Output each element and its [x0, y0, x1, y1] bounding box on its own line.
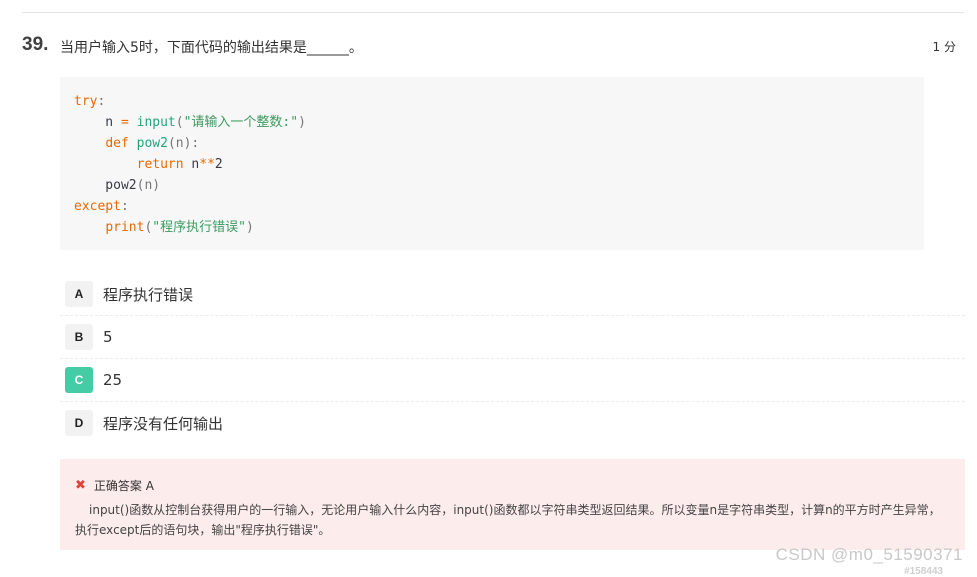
code-token: except [74, 199, 121, 214]
code-line: return n**2 [74, 154, 924, 175]
watermark-id: #158443 [904, 566, 943, 577]
option-d[interactable]: D 程序没有任何输出 [60, 402, 965, 444]
option-letter-badge: B [65, 324, 93, 350]
option-text: 程序没有任何输出 [103, 414, 224, 433]
option-text: 5 [103, 328, 113, 346]
code-token: ( [175, 115, 184, 130]
code-line: try: [74, 91, 924, 112]
option-c[interactable]: C 25 [60, 359, 965, 402]
option-letter-badge: A [65, 281, 93, 307]
code-token: ** [199, 157, 215, 172]
answer-panel: ✖ 正确答案 A input()函数从控制台获得用户的一行输入，无论用户输入什么… [60, 459, 965, 550]
watermark: CSDN @m0_51590371 [775, 545, 963, 564]
code-line: print("程序执行错误") [74, 217, 924, 238]
code-token: (n): [167, 136, 200, 151]
code-token: pow2 [74, 178, 137, 193]
option-letter-badge: C [65, 367, 93, 393]
code-token: return [136, 157, 184, 172]
code-token: 2 [214, 157, 223, 172]
answer-header: ✖ 正确答案 A [75, 477, 945, 494]
code-line: n = input("请输入一个整数:") [74, 112, 924, 133]
code-token: : [97, 94, 106, 109]
option-b[interactable]: B5 [60, 316, 965, 359]
option-letter-badge: D [65, 410, 93, 436]
code-block: try: n = input("请输入一个整数:") def pow2(n): … [60, 77, 924, 250]
code-token: ) [298, 115, 306, 130]
option-a[interactable]: A 程序执行错误 [60, 273, 965, 316]
code-token: n [183, 157, 200, 172]
options-list: A 程序执行错误 B 5 C 25 D 程序没有任何输出 [60, 273, 965, 444]
code-line: pow2(n) [74, 175, 924, 196]
correct-answer-label: 正确答案 A [93, 479, 154, 493]
code-token: def [105, 136, 129, 151]
code-token: : [120, 199, 129, 214]
answer-explanation: input()函数从控制台获得用户的一行输入，无论用户输入什么内容，input(… [75, 503, 941, 537]
code-token: "请输入一个整数:" [183, 115, 299, 130]
code-token: "程序执行错误" [152, 220, 246, 235]
option-text: 25 [103, 371, 123, 389]
x-icon: ✖ [75, 478, 86, 493]
question-score: 1 分 [932, 40, 956, 54]
code-token: = [120, 115, 129, 130]
code-token: try [74, 94, 98, 109]
code-token: n [74, 115, 121, 130]
code-line: def pow2(n): [74, 133, 924, 154]
code-token: input [136, 115, 176, 130]
code-token: print [105, 220, 145, 235]
code-token: (n) [136, 178, 161, 193]
question-number: 39. [22, 34, 49, 55]
code-line: except: [74, 196, 924, 217]
top-divider [22, 12, 964, 13]
option-text: 程序执行错误 [103, 285, 194, 304]
question-text: 当用户输入5时，下面代码的输出结果是______。 [60, 40, 363, 56]
code-token: pow2 [136, 136, 168, 151]
code-token: ) [245, 220, 254, 235]
